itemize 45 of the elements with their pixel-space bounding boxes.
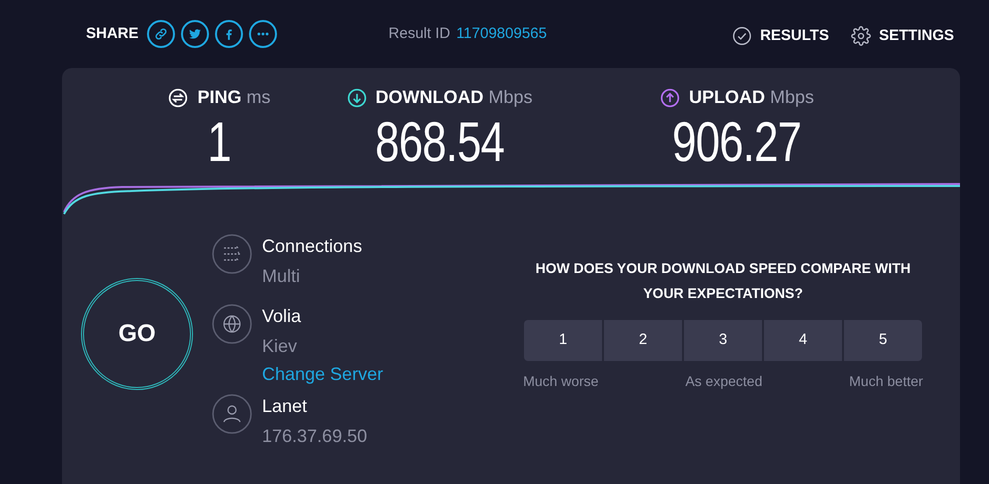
settings-icon (850, 26, 871, 46)
rating-option[interactable]: 3 (684, 320, 762, 361)
upload-icon (660, 88, 680, 108)
scale-label: Much worse (523, 372, 599, 391)
share-button[interactable] (180, 20, 209, 48)
globe-icon (212, 304, 252, 344)
survey-question: HOW DOES YOUR DOWNLOAD SPEED COMPARE WITH YOUR EXPECTATIONS? (534, 259, 912, 303)
detail-title: Volia (262, 305, 302, 328)
scale-label: Much better (849, 372, 924, 391)
detail-title: Lanet (262, 395, 308, 418)
go-button[interactable]: GO (81, 278, 193, 390)
metric-value: 906.27 (672, 111, 802, 173)
detail-subtitle: Multi (262, 265, 302, 288)
connections-icon (212, 234, 252, 274)
scale-label: As expected (685, 372, 762, 391)
rating-option[interactable]: 4 (764, 320, 842, 361)
detail-subtitle: Kiev (262, 335, 298, 358)
bird-icon (188, 27, 202, 41)
share-button[interactable] (214, 20, 243, 48)
detail-subtitle: 176.37.69.50 (262, 425, 368, 448)
metric-value: 1 (208, 111, 232, 173)
rating-option[interactable]: 2 (604, 320, 682, 361)
metric-label: PING (197, 86, 242, 109)
metric-label: UPLOAD (688, 86, 765, 109)
detail-title: Connections (262, 235, 362, 258)
download-icon (346, 88, 366, 108)
ping-icon (168, 88, 188, 108)
metric-label: DOWNLOAD (376, 86, 484, 109)
metric-value: 868.54 (375, 111, 504, 173)
settings-button[interactable]: SETTINGS (850, 24, 954, 48)
link-icon (154, 27, 168, 41)
checkmark-icon (732, 26, 752, 46)
metric-unit: Mbps (770, 86, 814, 109)
metric-unit: ms (246, 86, 270, 109)
share-button[interactable] (248, 20, 277, 48)
metric-unit: Mbps (488, 86, 532, 109)
rating-option[interactable]: 1 (524, 320, 602, 361)
rating-option[interactable]: 5 (844, 320, 922, 361)
person-icon (212, 394, 252, 434)
share-button[interactable] (146, 20, 175, 48)
result-id-link[interactable]: 11709809565 (456, 22, 547, 46)
result-id-label: Result ID (388, 24, 450, 44)
change-server-link[interactable]: Change Server (262, 364, 384, 384)
share-label: SHARE (86, 24, 139, 44)
results-button[interactable]: RESULTS (732, 24, 829, 48)
